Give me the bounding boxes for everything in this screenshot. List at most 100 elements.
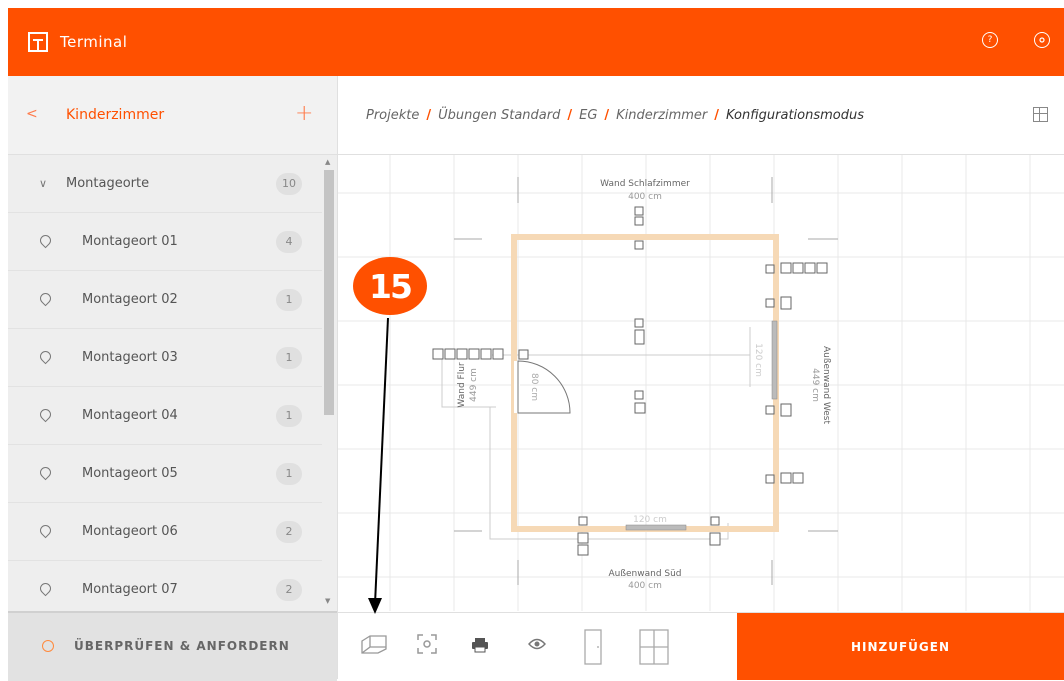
right-wall-dim: 449 cm [810,368,820,402]
left-wall-label: Wand Flur [457,362,467,407]
list-item[interactable]: Montageort 04 1 [8,387,322,445]
door-icon[interactable] [583,629,603,669]
gear-icon[interactable] [1034,32,1050,48]
switch-icon [780,403,792,417]
location-pin-icon [37,290,54,307]
switch-icon [480,348,492,360]
window-bottom-dim: 120 cm [633,515,667,525]
bottom-toolbar: HINZUFÜGEN [338,612,1064,680]
window-right-dim: 120 cm [753,343,763,377]
sensor-icon [634,402,646,414]
location-pin-icon [37,232,54,249]
window-bottom [625,524,687,531]
location-pin-icon [37,464,54,481]
list-item[interactable]: Montageort 06 2 [8,503,322,561]
socket-icon [492,348,504,360]
marker-icon [578,516,588,526]
window-icon[interactable] [638,629,670,669]
socket-icon [780,472,792,484]
socket-icon [577,532,589,544]
sidebar-scrollbar[interactable]: ▲ ▼ [322,158,334,608]
list-item-label: Montageort 04 [82,408,178,423]
chevron-down-icon: ∨ [39,177,48,190]
sidebar-title: Kinderzimmer [66,107,165,123]
sensor-icon [432,348,444,360]
room-icon[interactable] [360,633,388,659]
list-item-count: 1 [276,462,302,485]
review-request-label: ÜBERPRÜFEN & ANFORDERN [74,639,290,653]
socket-icon [577,544,589,556]
breadcrumb-current: Konfigurationsmodus [726,108,865,123]
breadcrumb: Projekte / Übungen Standard / EG / Kinderzimme… [366,108,864,123]
brand[interactable]: Terminal [8,8,127,76]
switch-icon [456,348,468,360]
marker-icon [765,298,775,308]
review-request-button[interactable]: ÜBERPRÜFEN & ANFORDERN [8,611,337,681]
breadcrumb-item[interactable]: Übungen Standard [438,108,560,123]
list-item-count: 1 [276,346,302,369]
bottom-wall-dim: 400 cm [628,581,662,591]
scrollbar-thumb[interactable] [324,170,334,415]
marker-icon [710,516,720,526]
sensor-icon [444,348,456,360]
group-montageorte[interactable]: ∨ Montageorte 10 [8,155,322,213]
socket-icon [780,262,792,274]
socket-icon [792,262,804,274]
scroll-up-icon[interactable]: ▲ [325,158,330,166]
list-item-count: 1 [276,288,302,311]
top-wall-label: Wand Schlafzimmer [600,179,690,189]
switch-icon [816,262,828,274]
back-chevron-icon[interactable]: < [26,106,38,122]
marker-icon [634,390,644,400]
breadcrumb-separator: / [567,108,573,123]
list-item[interactable]: Montageort 01 4 [8,213,322,271]
bottom-wall-label: Außenwand Süd [608,569,681,579]
list-item-label: Montageort 07 [82,582,178,597]
door-swing [517,360,571,414]
print-icon[interactable] [471,637,489,657]
breadcrumb-item[interactable]: Projekte [366,108,419,123]
list-item-label: Montageort 06 [82,524,178,539]
switch-icon [634,329,645,345]
list-item-count: 4 [276,230,302,253]
location-pin-icon [37,348,54,365]
floor-plan: Wand Schlafzimmer 400 cm Außenwand Süd 4… [338,155,1064,611]
marker-icon [518,349,529,360]
list-item[interactable]: Montageort 03 1 [8,329,322,387]
scroll-down-icon[interactable]: ▼ [325,597,330,605]
room-walls [511,234,779,532]
top-bar [8,8,1064,76]
location-pin-icon [37,406,54,423]
location-pin-icon [37,580,54,597]
socket-icon [792,472,804,484]
switch-icon [804,262,816,274]
breadcrumb-bar: Projekte / Übungen Standard / EG / Kinderzimme… [338,76,1064,155]
breadcrumb-separator: / [604,108,610,123]
floor-plan-canvas[interactable]: Wand Schlafzimmer 400 cm Außenwand Süd 4… [338,155,1064,611]
add-button[interactable]: HINZUFÜGEN [737,613,1064,680]
app-title: Terminal [60,33,128,51]
list-item-count: 1 [276,404,302,427]
list-item[interactable]: Montageort 02 1 [8,271,322,329]
door-dim: 80 cm [529,373,539,401]
eye-icon[interactable] [528,637,546,655]
switch-icon [780,296,792,310]
help-icon[interactable]: ? [982,32,998,48]
right-wall-label: Außenwand West [821,346,831,425]
socket-icon [634,206,644,216]
screenshot-icon[interactable] [416,633,438,659]
annotation-badge: 15 [353,257,427,315]
breadcrumb-item[interactable]: EG [579,108,597,123]
breadcrumb-separator: / [426,108,432,123]
location-list: ∨ Montageorte 10 Montageort 01 4 Montage… [8,155,322,619]
door-opening [514,361,520,413]
list-item[interactable]: Montageort 05 1 [8,445,322,503]
marker-icon [634,240,644,250]
add-icon[interactable]: + [295,101,313,126]
layout-grid-icon[interactable] [1033,107,1048,122]
status-circle-icon [42,640,54,652]
switch-icon [468,348,480,360]
top-wall-dim: 400 cm [628,192,662,202]
breadcrumb-item[interactable]: Kinderzimmer [616,108,707,123]
marker-icon [765,474,775,484]
